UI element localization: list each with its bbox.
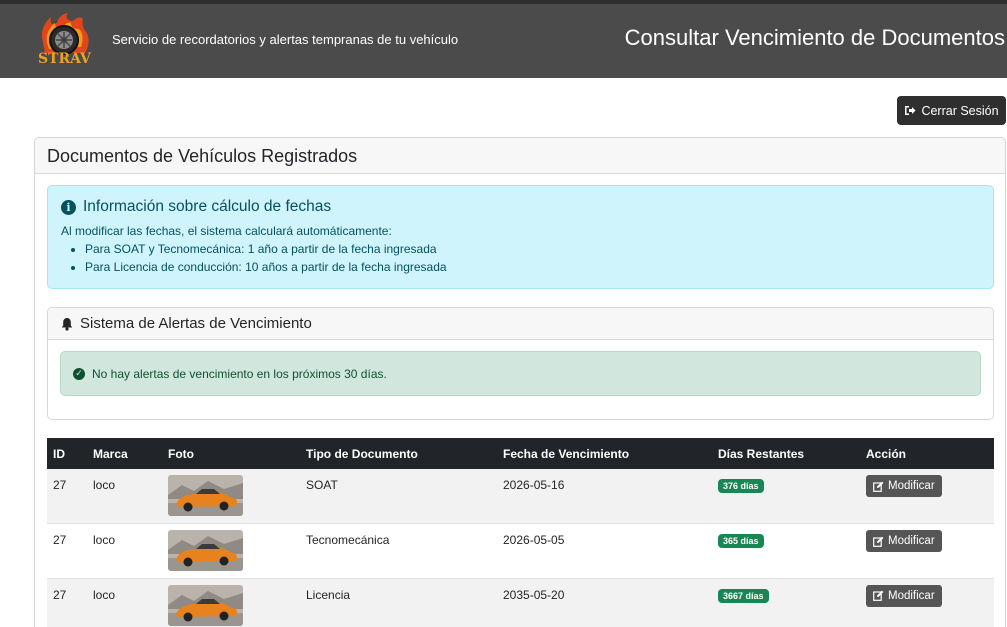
top-navbar: STRAV Servicio de recordatorios y alerta…: [0, 0, 1007, 78]
col-marca: Marca: [93, 446, 128, 461]
days-remaining-badge: 365 días: [718, 534, 764, 548]
modify-button[interactable]: Modificar: [866, 584, 942, 607]
info-list: Para SOAT y Tecnomecánica: 1 año a parti…: [61, 240, 980, 276]
date-calculation-info-alert: i Información sobre cálculo de fechas Al…: [47, 185, 994, 289]
col-id: ID: [53, 446, 65, 461]
sign-out-icon: [905, 106, 916, 115]
cell-tipo-documento: Licencia: [306, 587, 351, 602]
car-photo[interactable]: [168, 584, 243, 626]
alerts-header: Sistema de Alertas de Vencimiento: [48, 308, 993, 340]
cell-tipo-documento: SOAT: [306, 478, 338, 492]
info-list-item: Para Licencia de conducción: 10 años a p…: [85, 258, 980, 276]
edit-icon: [873, 590, 884, 601]
col-accion: Acción: [866, 446, 907, 461]
app-tagline: Servicio de recordatorios y alertas temp…: [112, 32, 459, 47]
page-title: Consultar Vencimiento de Documentos: [624, 25, 1005, 50]
cell-fecha-vencimiento: 2035-05-20: [503, 587, 565, 602]
check-circle-icon: ✓: [73, 367, 85, 380]
cell-dias-restantes: 376 días: [712, 469, 860, 524]
cell-id: 27: [53, 587, 67, 602]
car-photo[interactable]: [168, 475, 243, 516]
cell-fecha-vencimiento: 2026-05-16: [503, 478, 565, 492]
alerts-title: Sistema de Alertas de Vencimiento: [80, 315, 312, 332]
cell-dias-restantes: 3667 días: [712, 578, 860, 627]
table-row: 27 loco SOAT 2026-05-16 376 días Modific…: [47, 469, 994, 524]
modify-label: Modificar: [888, 480, 935, 492]
cell-marca: loco: [93, 478, 116, 492]
cell-accion: Modificar: [860, 578, 994, 627]
table-row: 27 loco Tecnomecánica 2026-05-05 365 día…: [47, 523, 994, 579]
days-remaining-badge: 376 días: [718, 479, 764, 493]
modify-label: Modificar: [888, 589, 935, 602]
logo-wordmark: STRAV: [38, 51, 91, 67]
col-fecha-vencimiento: Fecha de Vencimiento: [503, 446, 630, 461]
logout-button[interactable]: Cerrar Sesión: [897, 96, 1006, 125]
cell-fecha-vencimiento: 2026-05-05: [503, 533, 565, 547]
card-title: Documentos de Vehículos Registrados: [35, 138, 1005, 174]
info-circle-icon: i: [61, 199, 76, 215]
cell-accion: Modificar: [860, 469, 994, 524]
strav-logo[interactable]: STRAV: [37, 13, 91, 69]
col-dias-restantes: Días Restantes: [718, 446, 805, 461]
cell-foto: [162, 469, 300, 524]
expiration-alerts-card: Sistema de Alertas de Vencimiento ✓ No h…: [47, 307, 994, 420]
cell-marca: loco: [93, 533, 116, 547]
cell-id: 27: [53, 533, 67, 547]
cell-accion: Modificar: [860, 524, 994, 579]
modify-button[interactable]: Modificar: [866, 475, 942, 497]
cell-tipo-documento: Tecnomecánica: [306, 533, 390, 547]
table-header-row: ID Marca Foto Tipo de Documento Fecha de…: [47, 438, 994, 469]
info-title: Información sobre cálculo de fechas: [83, 198, 332, 215]
cell-dias-restantes: 365 días: [712, 524, 860, 579]
car-photo[interactable]: [168, 530, 243, 571]
info-title-row: i Información sobre cálculo de fechas: [61, 198, 980, 216]
vehicle-documents-card: Documentos de Vehículos Registrados i In…: [34, 137, 1006, 627]
logout-label: Cerrar Sesión: [921, 103, 999, 118]
edit-icon: [873, 481, 884, 492]
edit-icon: [873, 536, 884, 547]
bell-icon: [61, 317, 73, 331]
no-alerts-message: No hay alertas de vencimiento en los pró…: [92, 366, 387, 381]
cell-foto: [162, 578, 300, 627]
documents-table: ID Marca Foto Tipo de Documento Fecha de…: [47, 438, 994, 627]
no-alerts-success-alert: ✓ No hay alertas de vencimiento en los p…: [60, 351, 981, 396]
info-text: Al modificar las fechas, el sistema calc…: [61, 224, 392, 238]
cell-id: 27: [53, 478, 67, 492]
info-list-item: Para SOAT y Tecnomecánica: 1 año a parti…: [85, 240, 980, 258]
col-foto: Foto: [168, 446, 194, 461]
cell-marca: loco: [93, 587, 116, 602]
modify-button[interactable]: Modificar: [866, 530, 942, 552]
table-row: 27 loco Licencia 2035-05-20 3667 días Mo…: [47, 578, 994, 627]
col-tipo-documento: Tipo de Documento: [306, 446, 418, 461]
days-remaining-badge: 3667 días: [718, 588, 769, 603]
cell-foto: [162, 524, 300, 579]
modify-label: Modificar: [888, 535, 935, 547]
